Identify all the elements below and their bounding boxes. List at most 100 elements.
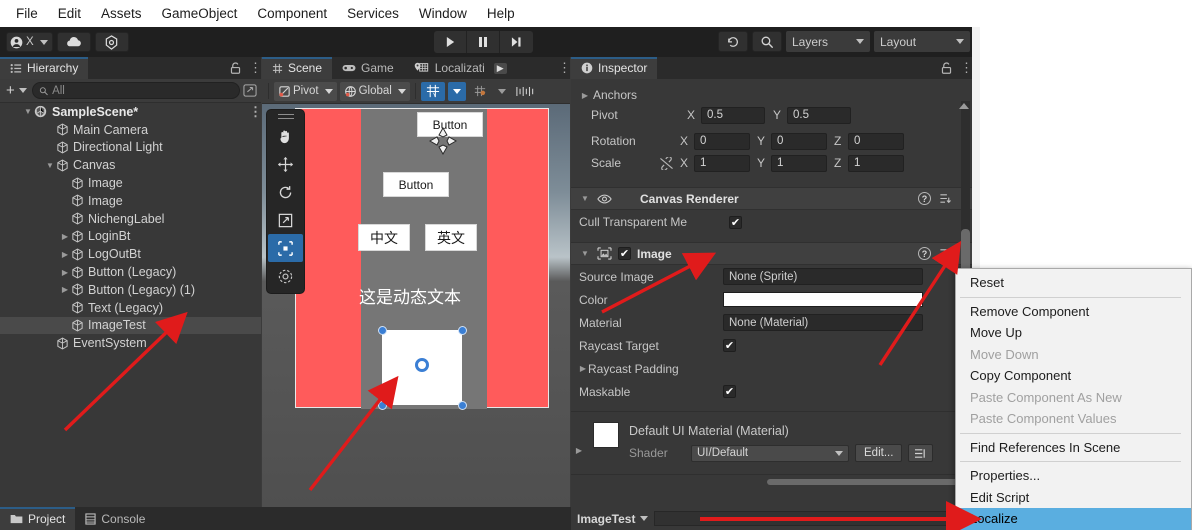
menu-item-window[interactable]: Window (409, 2, 477, 25)
shader-dropdown[interactable]: UI/Default (691, 444, 849, 462)
inspector-horizontal-scrollbar[interactable] (767, 479, 972, 485)
hierarchy-item-logoutbt[interactable]: ▶ LogOutBt (0, 245, 261, 263)
hierarchy-scene-row[interactable]: ▼ SampleScene* ⋮ (0, 103, 262, 121)
cloud-button[interactable] (56, 32, 91, 52)
pivot-toggle-button[interactable]: Pivot (274, 81, 337, 101)
account-button[interactable]: X (6, 32, 53, 52)
scene-menu-icon[interactable]: ⋮ (558, 61, 571, 74)
lock-icon[interactable] (230, 62, 241, 74)
pivot-x-field[interactable]: 0.5 (701, 106, 765, 124)
hierarchy-item-button-legacy[interactable]: ▶ Button (Legacy) (0, 263, 261, 281)
scene-button-english[interactable]: 英文 (425, 224, 477, 251)
chevron-down-icon[interactable]: ▼ (579, 249, 591, 258)
raycast-target-checkbox[interactable]: ✔ (723, 339, 736, 352)
help-icon[interactable]: ? (918, 247, 931, 260)
hierarchy-item-eventsystem[interactable]: EventSystem (0, 334, 261, 352)
tab-hierarchy[interactable]: Hierarchy (0, 57, 89, 79)
layers-dropdown[interactable]: Layers (786, 31, 870, 52)
services-settings-button[interactable] (94, 32, 129, 52)
source-image-field[interactable]: None (Sprite) (723, 268, 923, 285)
context-menu-item-remove-component[interactable]: Remove Component (956, 301, 1191, 323)
step-button[interactable] (500, 31, 533, 53)
image-component-header[interactable]: ▼ ✔ Image ? ⋮ (571, 242, 972, 265)
pivot-handle[interactable] (415, 358, 429, 372)
menu-item-edit[interactable]: Edit (48, 2, 91, 25)
add-gameobject-button[interactable]: + (4, 83, 29, 98)
hierarchy-item-button-legacy-1[interactable]: ▶ Button (Legacy) (1) (0, 281, 261, 299)
grid-axis-dropdown[interactable] (447, 81, 466, 101)
tab-console[interactable]: Console (75, 507, 156, 530)
context-menu-item-edit-script[interactable]: Edit Script (956, 487, 1191, 509)
shader-edit-button[interactable]: Edit... (855, 444, 903, 462)
hand-tool-button[interactable] (268, 122, 303, 150)
resize-handle-tl[interactable] (378, 326, 387, 335)
selected-object-field[interactable] (654, 511, 964, 526)
snap-dropdown[interactable] (494, 82, 510, 101)
tab-overflow-icon[interactable]: ▶ (493, 62, 507, 74)
preset-icon[interactable] (939, 247, 952, 260)
hierarchy-item-imagetest[interactable]: ImageTest (0, 316, 261, 335)
palette-drag-handle[interactable] (277, 114, 294, 119)
anchors-row[interactable]: ▶ Anchors (571, 85, 972, 105)
context-menu-item-localize[interactable]: Localize (956, 508, 1191, 530)
hierarchy-item-directional-light[interactable]: Directional Light (0, 139, 261, 157)
rotate-tool-button[interactable] (268, 178, 303, 206)
hierarchy-search[interactable] (31, 82, 240, 99)
color-swatch-field[interactable] (723, 292, 923, 307)
hierarchy-item-canvas[interactable]: ▼ Canvas (0, 156, 261, 174)
chevron-down-icon[interactable]: ▼ (44, 161, 56, 170)
lock-icon[interactable] (941, 62, 952, 74)
scene-button-top[interactable]: Button (417, 112, 483, 137)
undo-history-button[interactable] (718, 31, 748, 52)
chevron-right-icon[interactable]: ▶ (59, 250, 71, 259)
chevron-right-icon[interactable]: ▶ (573, 446, 585, 455)
pause-button[interactable] (467, 31, 500, 53)
scroll-up-arrow-icon[interactable] (959, 103, 969, 109)
scene-button-chinese[interactable]: 中文 (358, 224, 410, 251)
hierarchy-search-input[interactable] (52, 84, 233, 97)
scale-slider-button[interactable] (513, 82, 537, 101)
material-field[interactable]: None (Material) (723, 314, 923, 331)
scale-y-field[interactable]: 1 (771, 154, 827, 172)
menu-item-help[interactable]: Help (477, 2, 525, 25)
image-component-enabled-checkbox[interactable]: ✔ (618, 247, 631, 260)
tab-game[interactable]: Game (332, 57, 404, 79)
menu-item-component[interactable]: Component (247, 2, 337, 25)
rotation-x-field[interactable]: 0 (694, 132, 750, 150)
pivot-y-field[interactable]: 0.5 (787, 106, 851, 124)
chevron-down-icon[interactable]: ▼ (579, 194, 591, 203)
resize-handle-br[interactable] (458, 401, 467, 410)
scene-button-second[interactable]: Button (383, 172, 449, 197)
inspector-menu-icon[interactable]: ⋮ (960, 61, 973, 74)
tab-scene[interactable]: Scene (262, 57, 333, 79)
hierarchy-item-main-camera[interactable]: Main Camera (0, 121, 261, 139)
menu-item-file[interactable]: File (6, 2, 48, 25)
scale-tool-button[interactable] (268, 206, 303, 234)
hierarchy-item-nichenglabel[interactable]: NichengLabel (0, 210, 261, 228)
chevron-down-icon[interactable]: ▼ (22, 107, 34, 116)
broken-link-icon[interactable] (659, 156, 674, 170)
chevron-right-icon[interactable]: ▶ (59, 285, 71, 294)
play-button[interactable] (434, 31, 467, 53)
rect-tool-button[interactable] (268, 234, 303, 262)
context-menu-item-copy-component[interactable]: Copy Component (956, 365, 1191, 387)
preset-icon[interactable] (939, 192, 952, 205)
scale-z-field[interactable]: 1 (848, 154, 904, 172)
menu-item-assets[interactable]: Assets (91, 2, 152, 25)
move-tool-button[interactable] (268, 150, 303, 178)
scene-viewport[interactable]: Button Button 中文 英文 这是动态文本 (262, 104, 570, 507)
maskable-checkbox[interactable]: ✔ (723, 385, 736, 398)
search-button[interactable] (752, 31, 782, 52)
cull-transparent-checkbox[interactable]: ✔ (729, 215, 742, 229)
menu-item-gameobject[interactable]: GameObject (152, 2, 248, 25)
space-toggle-button[interactable]: Global (339, 81, 410, 101)
material-preset-button[interactable] (908, 444, 934, 462)
chevron-right-icon[interactable]: ▶ (59, 232, 71, 241)
scrollbar-thumb[interactable] (767, 479, 972, 485)
hierarchy-item-loginbt[interactable]: ▶ LoginBt (0, 228, 261, 246)
menu-item-services[interactable]: Services (337, 2, 409, 25)
context-menu-item-reset[interactable]: Reset (956, 272, 1191, 294)
chevron-right-icon[interactable]: ▶ (59, 268, 71, 277)
chevron-right-icon[interactable]: ▶ (579, 91, 591, 100)
rotation-y-field[interactable]: 0 (771, 132, 827, 150)
